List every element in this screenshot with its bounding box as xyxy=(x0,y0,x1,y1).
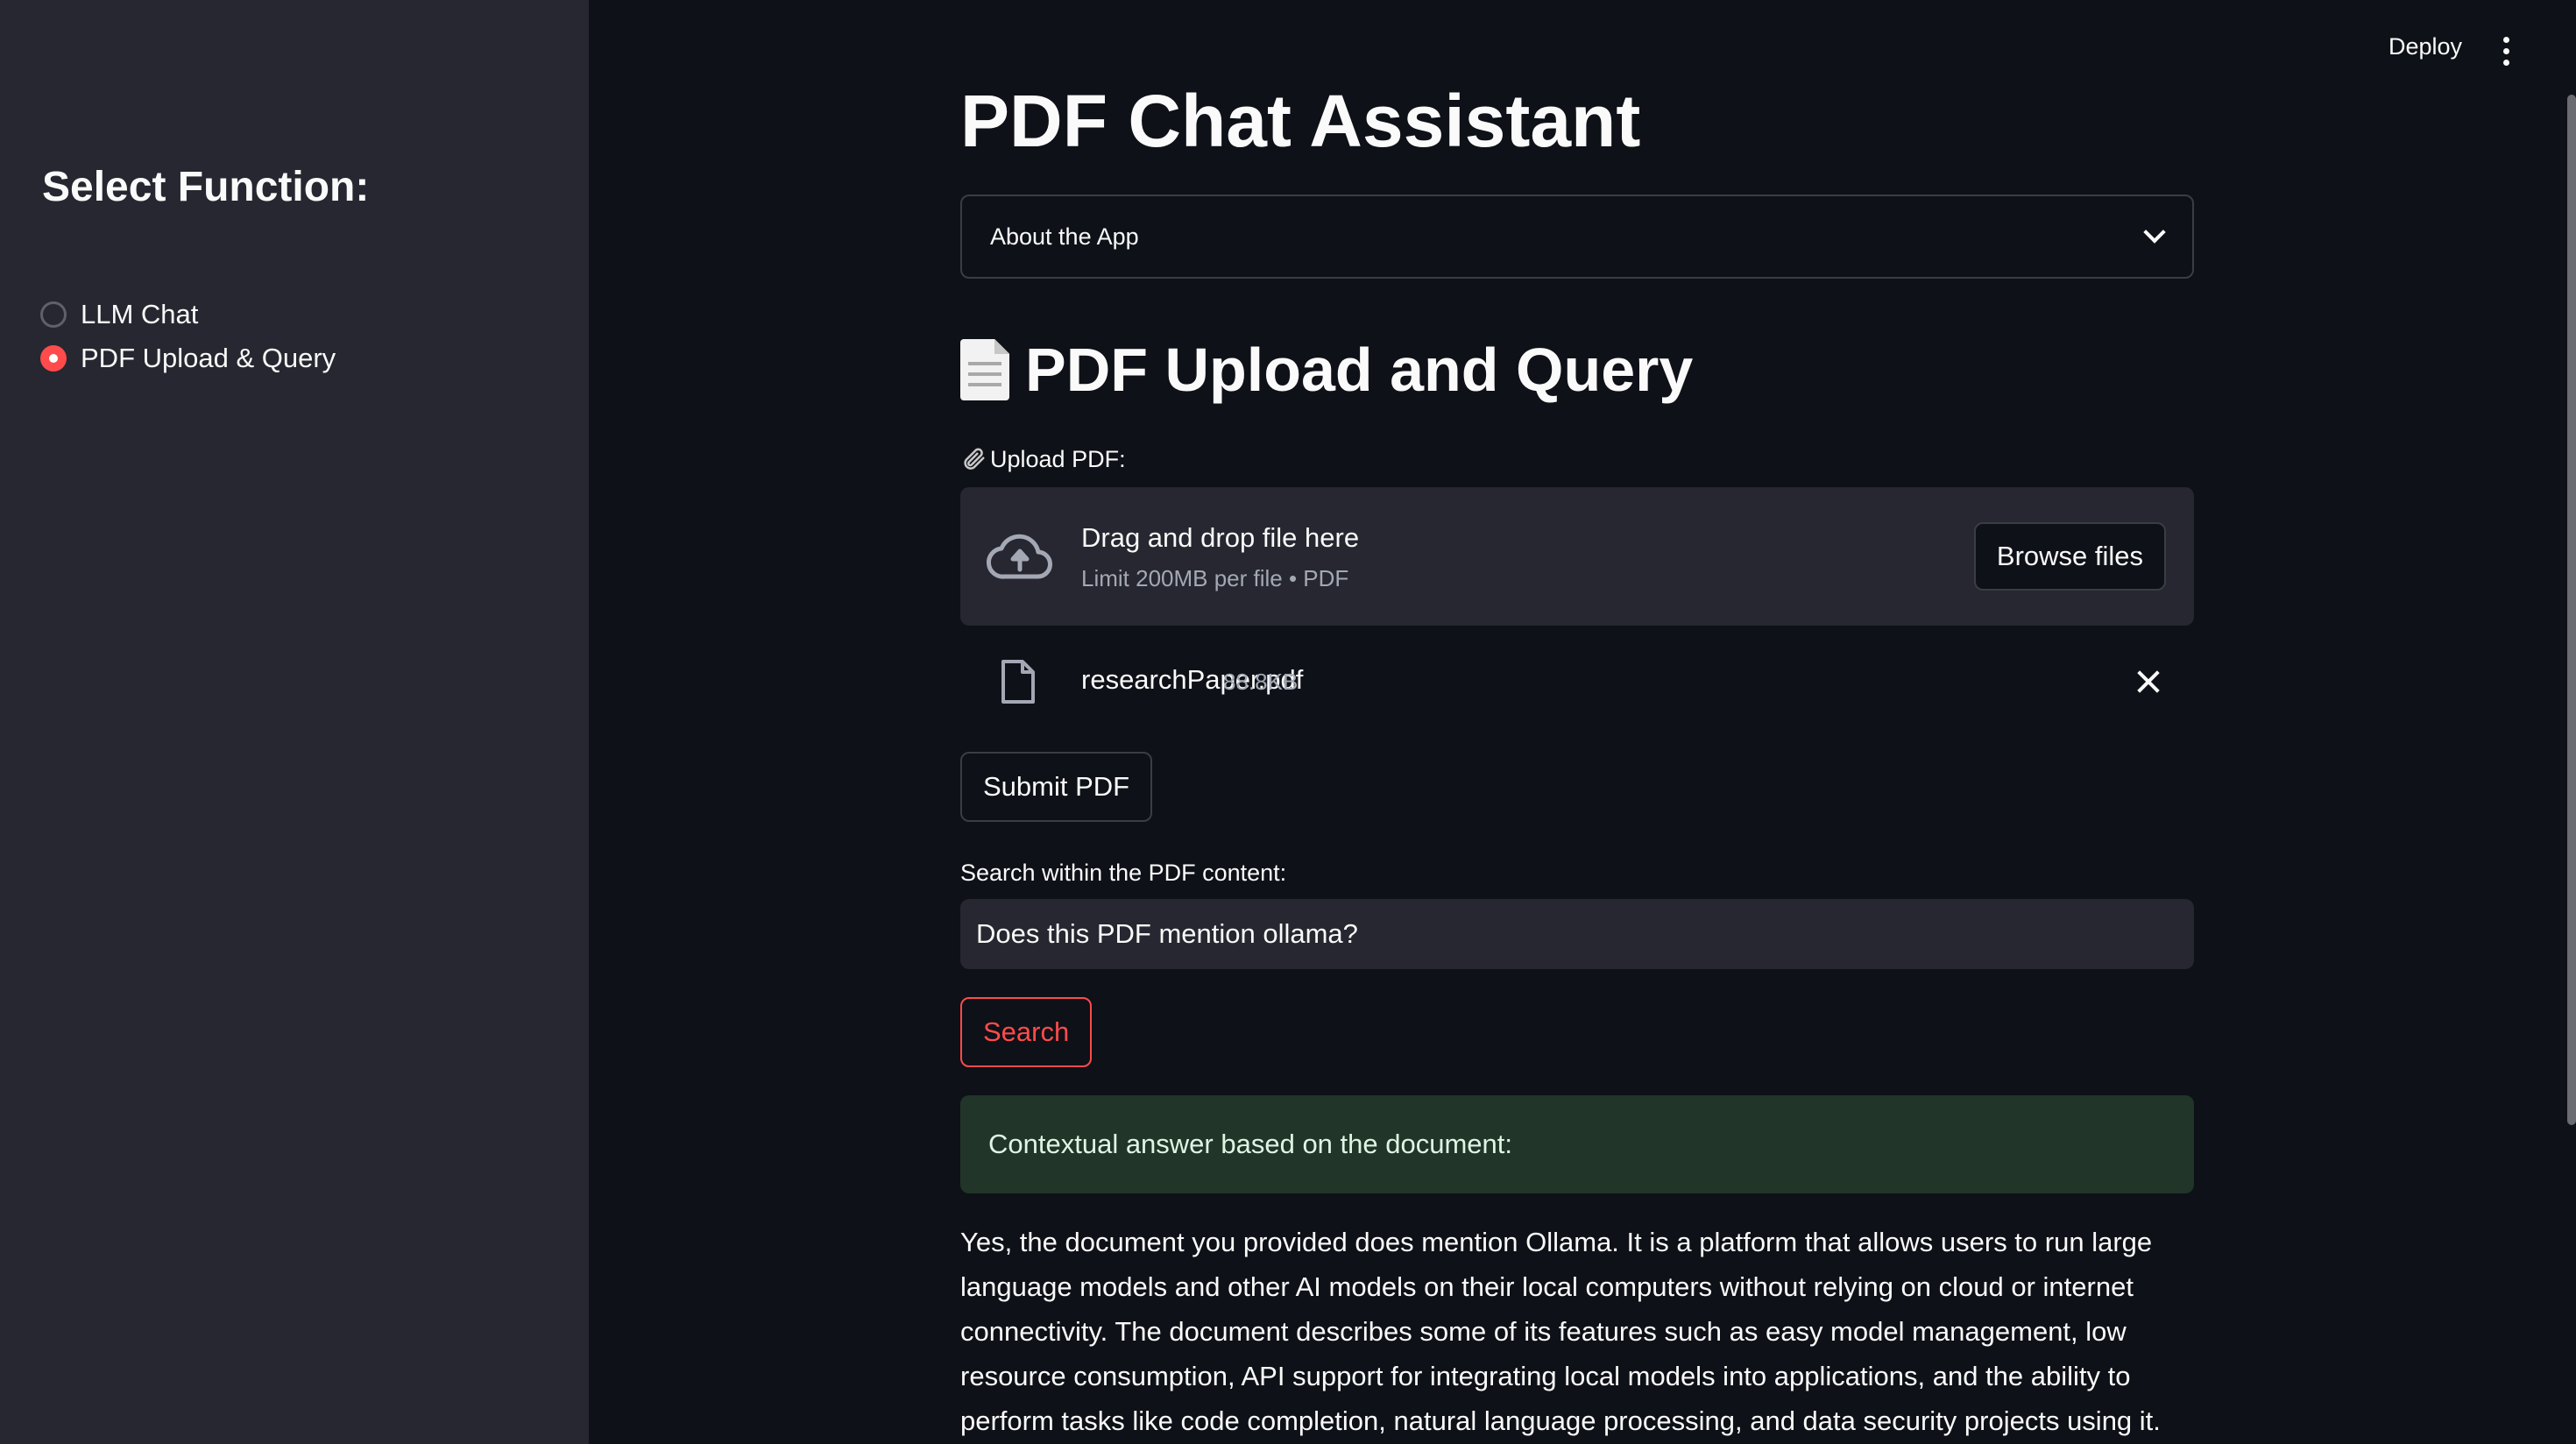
page-facing-up-icon xyxy=(960,339,1009,400)
search-button[interactable]: Search xyxy=(960,997,1093,1067)
limit-text: Limit 200MB per file • PDF xyxy=(1081,565,1349,591)
radio-selected-icon[interactable] xyxy=(40,345,67,372)
drop-text: Drag and drop file here xyxy=(1081,522,1360,553)
file-size: 88.8KB xyxy=(1223,669,1299,695)
section-title-text: PDF Upload and Query xyxy=(1025,336,1694,404)
radio-option-pdf-upload-query[interactable]: PDF Upload & Query xyxy=(40,337,336,379)
more-vertical-icon[interactable] xyxy=(2495,33,2516,68)
browse-files-button[interactable]: Browse files xyxy=(1973,522,2166,591)
main-area: Deploy PDF Chat Assistant About the App … xyxy=(589,0,2576,1444)
sidebar: Select Function: LLM Chat PDF Upload & Q… xyxy=(0,0,589,1444)
success-alert: Contextual answer based on the document: xyxy=(960,1095,2194,1193)
cloud-upload-icon xyxy=(987,534,1052,579)
upload-label-text: Upload PDF: xyxy=(990,446,1126,472)
uploaded-file-row: researchPaper.pdf 88.8KB xyxy=(960,648,2194,715)
radio-option-llm-chat[interactable]: LLM Chat xyxy=(40,294,198,336)
about-expander[interactable]: About the App xyxy=(960,195,2194,279)
search-label: Search within the PDF content: xyxy=(960,860,1287,886)
radio-label: LLM Chat xyxy=(81,299,199,329)
expander-label: About the App xyxy=(990,223,1139,250)
paperclip-icon xyxy=(964,448,985,470)
file-dropzone[interactable]: Drag and drop file here Limit 200MB per … xyxy=(960,487,2194,626)
file-icon xyxy=(1001,660,1035,704)
upload-label: Upload PDF: xyxy=(960,443,1126,475)
sidebar-title: Select Function: xyxy=(42,164,370,210)
submit-pdf-button[interactable]: Submit PDF xyxy=(960,752,1153,822)
app: Select Function: LLM Chat PDF Upload & Q… xyxy=(0,0,2576,1444)
answer-text: Yes, the document you provided does ment… xyxy=(960,1227,2161,1436)
deploy-button[interactable]: Deploy xyxy=(2388,33,2462,60)
close-icon[interactable] xyxy=(2134,668,2162,696)
section-title: PDF Upload and Query xyxy=(960,326,1693,414)
search-input[interactable] xyxy=(960,899,2194,969)
scrollbar[interactable] xyxy=(2567,95,2576,1125)
chevron-down-icon xyxy=(2143,221,2166,244)
radio-label: PDF Upload & Query xyxy=(81,343,336,373)
success-text: Contextual answer based on the document: xyxy=(988,1129,1512,1159)
page-title: PDF Chat Assistant xyxy=(960,80,1641,162)
radio-unselected-icon[interactable] xyxy=(40,301,67,328)
